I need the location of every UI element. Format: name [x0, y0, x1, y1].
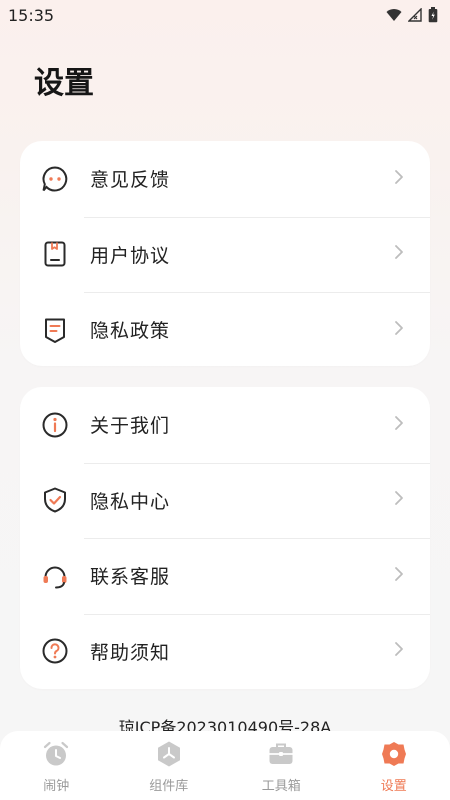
- policy-document-icon: [40, 315, 70, 345]
- tab-widget-library-label: 组件库: [149, 779, 189, 794]
- settings-group-about: 关于我们 隐私中心 联系客服 帮助须知: [20, 387, 430, 689]
- shield-check-icon: [40, 485, 70, 515]
- battery-icon: [428, 7, 438, 23]
- agreement-icon: [40, 239, 70, 269]
- status-bar: 15:35: [0, 0, 450, 30]
- chevron-right-icon: [394, 490, 404, 510]
- info-icon: [40, 410, 70, 440]
- cellular-signal-icon: [408, 8, 422, 22]
- privacy-center-label: 隐私中心: [90, 490, 171, 513]
- privacy-policy-label: 隐私政策: [90, 320, 171, 343]
- tab-widget-library[interactable]: 组件库: [124, 739, 214, 794]
- tab-toolbox-label: 工具箱: [261, 779, 301, 794]
- help-icon: [40, 636, 70, 666]
- tab-settings-label: 设置: [380, 779, 407, 794]
- chevron-right-icon: [394, 566, 404, 586]
- chevron-right-icon: [394, 320, 404, 340]
- user-agreement-label: 用户协议: [90, 244, 171, 267]
- page-title: 设置: [34, 66, 94, 101]
- bottom-tab-bar: 闹钟 组件库 工具箱 设置: [0, 731, 450, 800]
- tab-toolbox[interactable]: 工具箱: [236, 739, 326, 794]
- status-icons: [386, 7, 438, 23]
- chevron-right-icon: [394, 244, 404, 264]
- tab-alarm[interactable]: 闹钟: [11, 739, 101, 794]
- about-us-row[interactable]: 关于我们: [20, 387, 430, 463]
- chevron-right-icon: [394, 415, 404, 435]
- widget-library-icon: [154, 739, 184, 769]
- feedback-row[interactable]: 意见反馈: [20, 141, 430, 217]
- feedback-bubble-icon: [40, 164, 70, 194]
- alarm-clock-icon: [41, 739, 71, 769]
- tab-alarm-label: 闹钟: [43, 779, 70, 794]
- user-agreement-row[interactable]: 用户协议: [20, 216, 430, 293]
- toolbox-icon: [266, 739, 296, 769]
- help-notice-row[interactable]: 帮助须知: [20, 613, 430, 690]
- settings-gear-icon: [379, 739, 409, 769]
- chevron-right-icon: [394, 641, 404, 661]
- chevron-right-icon: [394, 169, 404, 189]
- privacy-center-row[interactable]: 隐私中心: [20, 462, 430, 539]
- privacy-policy-row[interactable]: 隐私政策: [20, 292, 430, 368]
- contact-support-row[interactable]: 联系客服: [20, 538, 430, 614]
- settings-group-general: 意见反馈 用户协议 隐私政策: [20, 141, 430, 366]
- wifi-icon: [386, 9, 402, 21]
- tab-settings[interactable]: 设置: [349, 739, 439, 794]
- help-notice-label: 帮助须知: [90, 641, 171, 664]
- feedback-label: 意见反馈: [90, 169, 171, 192]
- contact-support-label: 联系客服: [90, 566, 171, 589]
- status-time: 15:35: [8, 5, 55, 25]
- headset-icon: [40, 561, 70, 591]
- about-us-label: 关于我们: [90, 415, 171, 438]
